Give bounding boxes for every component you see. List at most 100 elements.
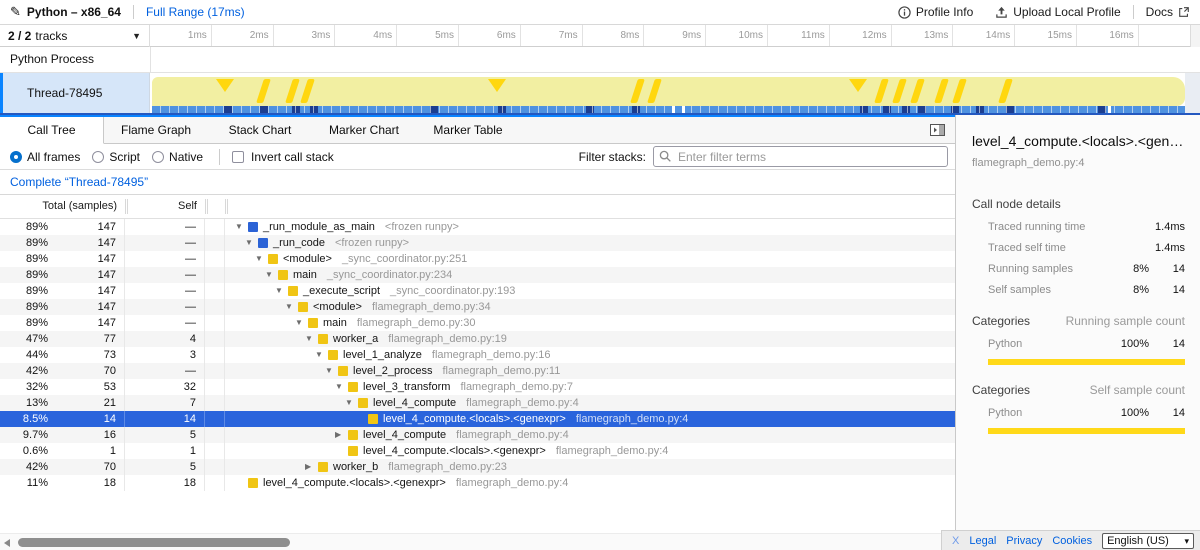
upload-profile-button[interactable]: Upload Local Profile [995, 5, 1120, 19]
tab-call-tree[interactable]: Call Tree [0, 117, 104, 144]
table-row[interactable]: 0.6%11level_4_compute.<locals>.<genexpr>… [0, 443, 955, 459]
table-row[interactable]: 89%147—▼_run_code<frozen runpy> [0, 235, 955, 251]
marker-icon[interactable] [285, 79, 300, 103]
collapse-icon[interactable]: ▼ [265, 267, 278, 283]
function-name: level_4_compute.<locals>.<genexpr> [383, 411, 566, 427]
category-square [268, 254, 278, 264]
chevron-down-icon: ▼ [132, 31, 141, 41]
table-row[interactable]: 42%705▶worker_bflamegraph_demo.py:23 [0, 459, 955, 475]
collapse-icon[interactable]: ▼ [325, 363, 338, 379]
thread-track-label[interactable]: Thread-78495 [0, 73, 150, 113]
table-row[interactable]: 89%147—▼<module>_sync_coordinator.py:251 [0, 251, 955, 267]
samples-strip[interactable] [152, 106, 1185, 113]
table-row[interactable]: 9.7%165▶level_4_computeflamegraph_demo.p… [0, 427, 955, 443]
table-row[interactable]: 89%147—▼main_sync_coordinator.py:234 [0, 267, 955, 283]
expand-icon[interactable]: ▶ [335, 427, 348, 443]
breadcrumb-root[interactable]: Complete “Thread-78495” [10, 175, 148, 189]
category-square [288, 286, 298, 296]
table-row[interactable]: 13%217▼level_4_computeflamegraph_demo.py… [0, 395, 955, 411]
footer-link-privacy[interactable]: Privacy [1006, 535, 1042, 547]
function-name: level_3_transform [363, 379, 450, 395]
collapse-icon[interactable]: ▼ [295, 315, 308, 331]
marker-icon[interactable] [892, 79, 907, 103]
function-origin: flamegraph_demo.py:30 [357, 315, 476, 331]
activity-band[interactable] [152, 77, 1185, 106]
search-icon [659, 150, 672, 163]
category-square [368, 414, 378, 424]
collapse-icon[interactable]: ▼ [285, 299, 298, 315]
table-row[interactable]: 44%733▼level_1_analyzeflamegraph_demo.py… [0, 347, 955, 363]
profile-name[interactable]: Python – x86_64 [27, 5, 121, 19]
footer-link-cookies[interactable]: Cookies [1052, 535, 1092, 547]
table-row[interactable]: 8.5%1414level_4_compute.<locals>.<genexp… [0, 411, 955, 427]
marker-icon[interactable] [647, 79, 662, 103]
categories-header: Categories Running sample count [972, 314, 1185, 328]
table-row[interactable]: 42%70—▼level_2_processflamegraph_demo.py… [0, 363, 955, 379]
collapse-icon[interactable]: ▼ [245, 235, 258, 251]
marker-icon[interactable] [874, 79, 889, 103]
tab-stack-chart[interactable]: Stack Chart [208, 117, 312, 143]
marker-icon[interactable] [300, 79, 315, 103]
sidebar-section-title: Call node details [972, 197, 1185, 211]
invert-call-stack-checkbox[interactable] [232, 151, 244, 163]
marker-icon[interactable] [849, 79, 867, 92]
table-row[interactable]: 47%774▼worker_aflamegraph_demo.py:19 [0, 331, 955, 347]
marker-icon[interactable] [256, 79, 271, 103]
collapse-icon[interactable]: ▼ [315, 347, 328, 363]
table-row[interactable]: 89%147—▼_execute_script_sync_coordinator… [0, 283, 955, 299]
all-frames-radio[interactable] [10, 151, 22, 163]
sidebar-toggle-button[interactable] [930, 124, 945, 136]
native-radio[interactable] [152, 151, 164, 163]
collapse-icon[interactable]: ▼ [255, 251, 268, 267]
profile-info-button[interactable]: Profile Info [898, 5, 973, 19]
timeline-ruler[interactable]: 2 / 2 tracks ▼ 1ms2ms3ms4ms5ms6ms7ms8ms9… [0, 25, 1200, 47]
docs-link[interactable]: Docs [1146, 5, 1190, 19]
scrollbar-thumb[interactable] [18, 538, 290, 547]
column-total[interactable]: Total (samples) [0, 195, 117, 218]
collapse-icon[interactable]: ▼ [275, 283, 288, 299]
horizontal-scrollbar[interactable] [0, 533, 955, 550]
thread-track-graph[interactable] [150, 73, 1200, 113]
expand-icon[interactable]: ▶ [305, 459, 318, 475]
collapse-icon[interactable]: ▼ [335, 379, 348, 395]
collapse-icon[interactable]: ▼ [305, 331, 318, 347]
function-origin: flamegraph_demo.py:4 [556, 443, 669, 459]
pencil-icon[interactable]: ✎ [10, 4, 21, 20]
marker-icon[interactable] [216, 79, 234, 92]
marker-icon[interactable] [910, 79, 925, 103]
filter-stacks-input[interactable] [653, 146, 948, 167]
marker-icon[interactable] [630, 79, 645, 103]
marker-icon[interactable] [998, 79, 1013, 103]
process-track-header[interactable]: Python Process [0, 47, 1200, 73]
tracks-dropdown[interactable]: 2 / 2 tracks ▼ [0, 25, 150, 47]
category-square [248, 222, 258, 232]
thread-track: Thread-78495 [0, 73, 1200, 113]
scroll-left-arrow-icon[interactable] [4, 539, 10, 547]
language-select[interactable]: English (US) ▾ [1102, 533, 1194, 549]
table-row[interactable]: 89%147—▼<module>flamegraph_demo.py:34 [0, 299, 955, 315]
table-row[interactable]: 11%1818level_4_compute.<locals>.<genexpr… [0, 475, 955, 491]
top-header: ✎ Python – x86_64 Full Range (17ms) Prof… [0, 0, 1200, 25]
tab-marker-table[interactable]: Marker Table [416, 117, 520, 143]
column-self[interactable]: Self [125, 195, 197, 218]
collapse-icon[interactable]: ▼ [235, 219, 248, 235]
marker-icon[interactable] [934, 79, 949, 103]
footer-link-x[interactable]: X [952, 535, 959, 547]
table-row[interactable]: 89%147—▼_run_module_as_main<frozen runpy… [0, 219, 955, 235]
collapse-icon[interactable]: ▼ [345, 395, 358, 411]
footer-link-legal[interactable]: Legal [969, 535, 996, 547]
category-square [318, 334, 328, 344]
marker-icon[interactable] [488, 79, 506, 92]
tab-marker-chart[interactable]: Marker Chart [312, 117, 416, 143]
marker-icon[interactable] [952, 79, 967, 103]
full-range-link[interactable]: Full Range (17ms) [146, 5, 245, 19]
function-name: _run_code [273, 235, 325, 251]
script-radio[interactable] [92, 151, 104, 163]
table-row[interactable]: 89%147—▼mainflamegraph_demo.py:30 [0, 315, 955, 331]
tab-flame-graph[interactable]: Flame Graph [104, 117, 208, 143]
function-origin: flamegraph_demo.py:16 [432, 347, 551, 363]
filter-stacks-label: Filter stacks: [579, 150, 646, 164]
function-origin: flamegraph_demo.py:7 [460, 379, 573, 395]
table-row[interactable]: 32%5332▼level_3_transformflamegraph_demo… [0, 379, 955, 395]
function-origin: <frozen runpy> [385, 219, 459, 235]
